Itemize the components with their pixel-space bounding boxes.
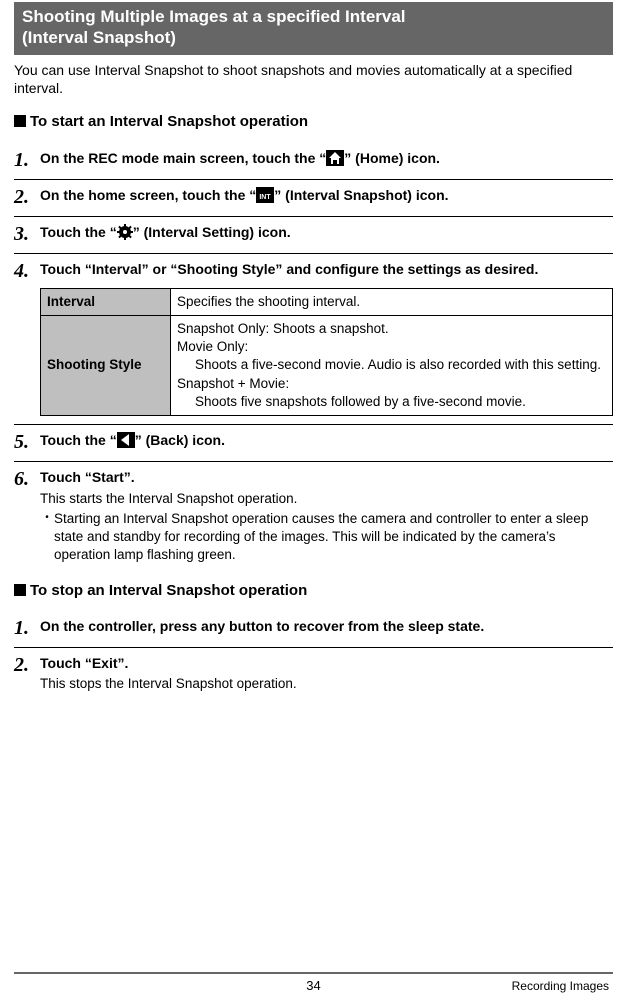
- step-number: 2.: [14, 654, 40, 676]
- step6-title: Touch “Start”.: [40, 468, 613, 488]
- step-number: 2.: [14, 186, 40, 208]
- step6-bullet: Starting an Interval Snapshot operation …: [54, 510, 613, 565]
- interval-value: Specifies the shooting interval.: [171, 288, 613, 315]
- stop-step1-title: On the controller, press any button to r…: [40, 617, 613, 637]
- page-footer: 34 Recording Images: [14, 974, 613, 1000]
- step4-title: Touch “Interval” or “Shooting Style” and…: [40, 260, 613, 280]
- style-line1: Snapshot Only: Shoots a snapshot.: [177, 321, 389, 336]
- header-title-line1: Shooting Multiple Images at a specified …: [22, 7, 406, 26]
- step5-post: ” (Back) icon.: [135, 432, 225, 448]
- header-title-line2: (Interval Snapshot): [22, 28, 176, 47]
- step-number: 1.: [14, 149, 40, 171]
- step-number: 1.: [14, 617, 40, 639]
- gear-icon: [117, 224, 133, 246]
- stop-step2-desc: This stops the Interval Snapshot operati…: [40, 675, 613, 693]
- step5-title: Touch the “ ” (Back) icon.: [40, 431, 613, 451]
- step-number: 6.: [14, 468, 40, 490]
- step1-post: ” (Home) icon.: [344, 150, 440, 166]
- step5-pre: Touch the “: [40, 432, 117, 448]
- start-subheading: To start an Interval Snapshot operation: [14, 112, 613, 132]
- shooting-style-key: Shooting Style: [41, 315, 171, 415]
- start-subheading-text: To start an Interval Snapshot operation: [30, 113, 308, 130]
- step3-title: Touch the “ ” (Interval Setting) icon.: [40, 223, 613, 246]
- square-bullet-icon: [14, 584, 26, 596]
- style-line3: Snapshot + Movie:: [177, 376, 289, 391]
- stop-step2-title: Touch “Exit”.: [40, 654, 613, 674]
- table-row: Shooting Style Snapshot Only: Shoots a s…: [41, 315, 613, 415]
- footer-divider: 34 Recording Images: [14, 972, 613, 1000]
- page-number: 34: [306, 977, 320, 995]
- home-icon: [326, 150, 344, 166]
- step3-pre: Touch the “: [40, 224, 117, 240]
- stop-subheading-text: To stop an Interval Snapshot operation: [30, 582, 307, 599]
- chapter-label: Recording Images: [512, 978, 609, 994]
- style-line3-sub: Shoots five snapshots followed by a five…: [177, 393, 606, 411]
- svg-text:INT: INT: [260, 194, 272, 201]
- square-bullet-icon: [14, 115, 26, 127]
- stop-subheading: To stop an Interval Snapshot operation: [14, 581, 613, 601]
- intro-text: You can use Interval Snapshot to shoot s…: [14, 61, 613, 99]
- step3-post: ” (Interval Setting) icon.: [133, 224, 291, 240]
- shooting-style-value: Snapshot Only: Shoots a snapshot. Movie …: [171, 315, 613, 415]
- settings-table: Interval Specifies the shooting interval…: [40, 288, 613, 416]
- step-number: 3.: [14, 223, 40, 245]
- interval-snapshot-icon: INT: [256, 187, 274, 203]
- style-line2-sub: Shoots a five-second movie. Audio is als…: [177, 356, 606, 374]
- step2-title: On the home screen, touch the “ INT” (Int…: [40, 186, 613, 206]
- step2-pre: On the home screen, touch the “: [40, 187, 256, 203]
- style-line2: Movie Only:: [177, 339, 248, 354]
- section-header: Shooting Multiple Images at a specified …: [14, 2, 613, 55]
- step1-pre: On the REC mode main screen, touch the “: [40, 150, 326, 166]
- step2-post: ” (Interval Snapshot) icon.: [274, 187, 448, 203]
- step-number: 4.: [14, 260, 40, 282]
- interval-key: Interval: [41, 288, 171, 315]
- bullet-dot-icon: •: [40, 510, 54, 526]
- step6-desc: This starts the Interval Snapshot operat…: [40, 490, 613, 508]
- back-icon: [117, 432, 135, 448]
- step-number: 5.: [14, 431, 40, 453]
- table-row: Interval Specifies the shooting interval…: [41, 288, 613, 315]
- step1-title: On the REC mode main screen, touch the “…: [40, 149, 613, 169]
